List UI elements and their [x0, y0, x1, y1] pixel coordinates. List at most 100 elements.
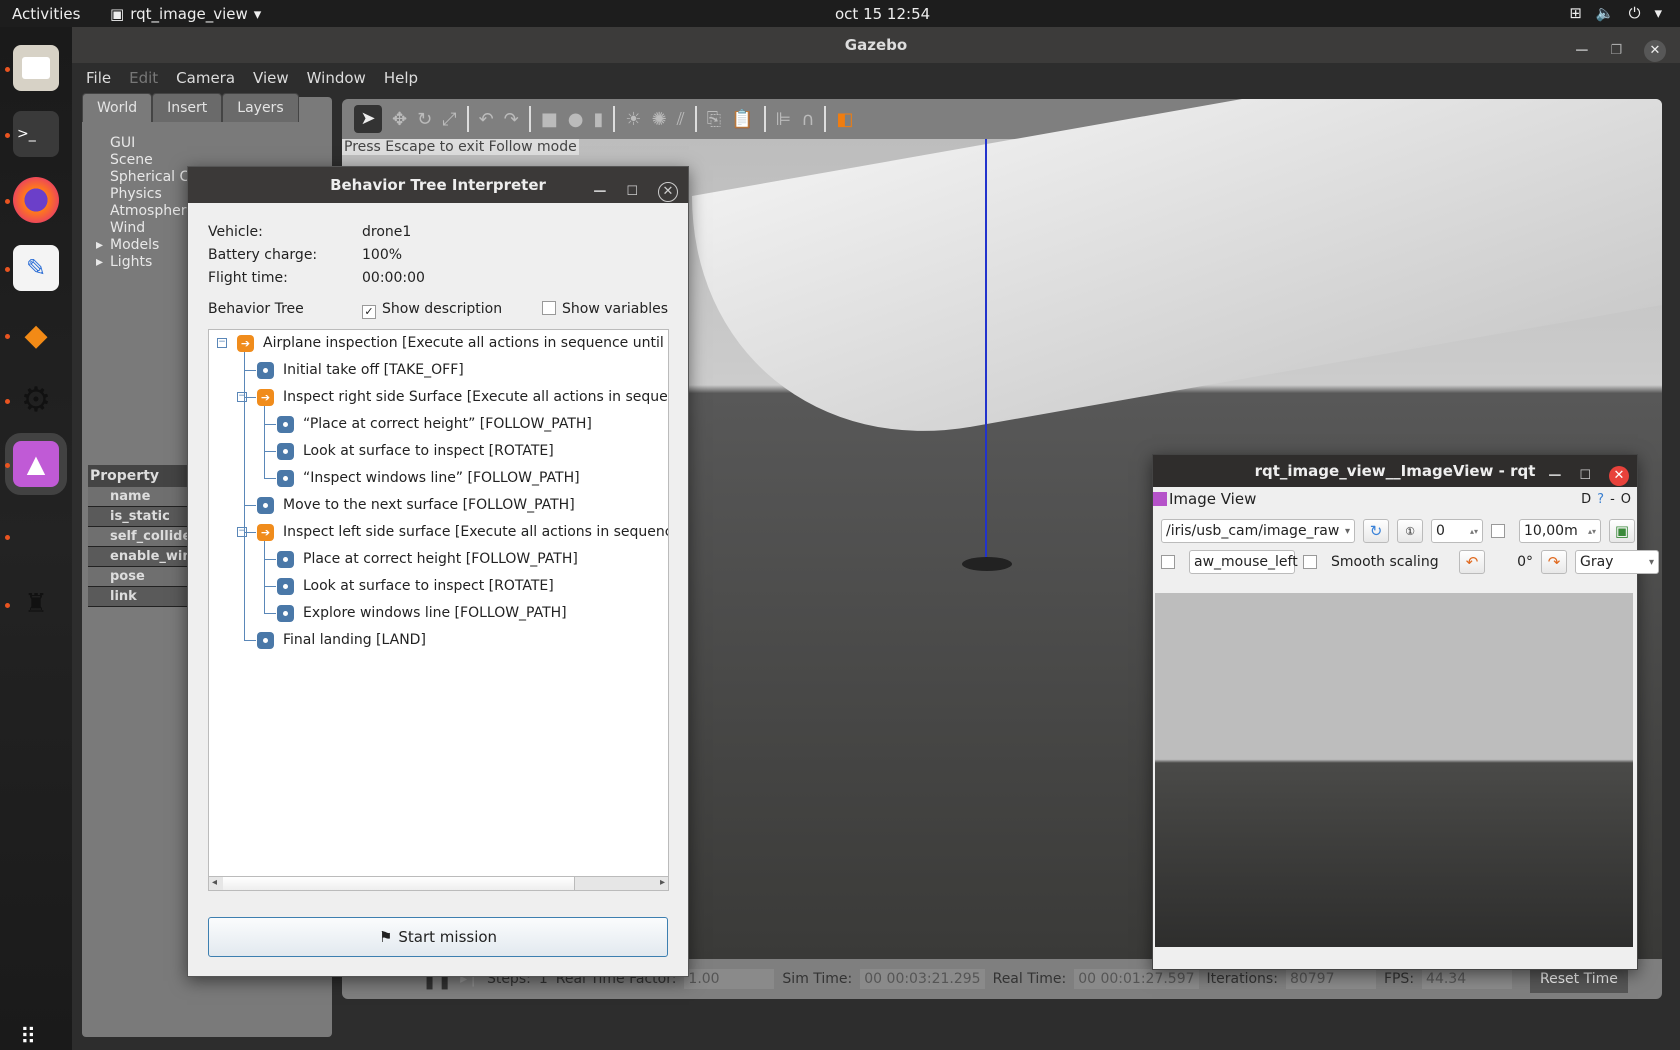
scroll-right-icon[interactable]: ▸: [660, 877, 665, 888]
menu-help[interactable]: Help: [384, 69, 418, 87]
mouse-topic-input[interactable]: aw_mouse_left: [1189, 550, 1298, 574]
tree-node-action[interactable]: Move to the next surface [FOLLOW_PATH]: [257, 492, 575, 518]
tree-node-action[interactable]: Place at correct height [FOLLOW_PATH]: [277, 546, 578, 572]
tree-node-action[interactable]: Explore windows line [FOLLOW_PATH]: [277, 600, 567, 626]
snap-icon[interactable]: ∩: [801, 109, 814, 130]
paste-icon[interactable]: 📋: [731, 109, 753, 130]
scale-mode-icon[interactable]: ⤢: [442, 109, 456, 130]
mouse-topic-value: aw_mouse_left: [1194, 554, 1298, 570]
tab-world[interactable]: World: [82, 93, 153, 122]
dynamic-range-checkbox[interactable]: [1491, 524, 1505, 538]
cylinder-shape-icon[interactable]: ▮: [594, 109, 604, 130]
files-icon[interactable]: [13, 45, 59, 91]
refresh-topics-button[interactable]: ↻: [1363, 519, 1389, 543]
clock[interactable]: oct 15 12:54: [835, 5, 930, 23]
menu-edit[interactable]: Edit: [129, 69, 158, 87]
menu-camera[interactable]: Camera: [176, 69, 235, 87]
zoom-1-button[interactable]: ①: [1397, 519, 1423, 543]
max-distance-input[interactable]: 10,00m ▴▾: [1519, 519, 1601, 543]
tree-connector: [264, 424, 276, 425]
image-viewer-icon[interactable]: ▲: [5, 433, 67, 495]
app-menu[interactable]: ▣ rqt_image_view ▾: [110, 5, 261, 23]
settings-gears-icon[interactable]: ⚙: [13, 377, 59, 423]
menu-view[interactable]: View: [253, 69, 289, 87]
ros-icon[interactable]: ♜: [13, 581, 59, 627]
tree-node-action[interactable]: “Inspect windows line” [FOLLOW_PATH]: [277, 465, 580, 491]
rotation-value: 0°: [1517, 554, 1533, 570]
directional-light-icon[interactable]: ⫽: [677, 109, 685, 130]
menu-file[interactable]: File: [86, 69, 111, 87]
restore-icon[interactable]: ❐: [1610, 33, 1622, 69]
rotate-mode-icon[interactable]: ↻: [417, 109, 432, 130]
system-tray[interactable]: ⊞ 🔈 ⏻ ▾: [1569, 4, 1662, 22]
collapse-toggle-icon[interactable]: −: [217, 338, 227, 348]
tab-insert[interactable]: Insert: [152, 93, 223, 122]
tree-node-label: Final landing [LAND]: [283, 632, 426, 648]
gazebo-icon[interactable]: ◆: [13, 312, 59, 358]
mouse-publish-checkbox[interactable]: [1161, 555, 1175, 569]
redo-icon[interactable]: ↷: [504, 109, 519, 130]
toolbar-separator: [824, 106, 827, 132]
save-image-button[interactable]: ▣: [1609, 519, 1635, 543]
tree-node-action[interactable]: Look at surface to inspect [ROTATE]: [277, 438, 554, 464]
rotate-left-button[interactable]: ↶: [1459, 550, 1485, 574]
tree-node-sequence[interactable]: ➔ Inspect left side surface [Execute all …: [257, 519, 668, 545]
text-editor-icon[interactable]: ✎: [13, 245, 59, 291]
spin-box[interactable]: 0 ▴▾: [1431, 519, 1483, 543]
align-icon[interactable]: ⊫: [776, 109, 792, 130]
drone-model[interactable]: [962, 557, 1012, 571]
terminal-icon[interactable]: >_: [13, 111, 59, 157]
scroll-left-icon[interactable]: ◂: [212, 877, 217, 888]
camera-image[interactable]: [1155, 593, 1633, 947]
rotate-right-button[interactable]: ↷: [1541, 550, 1567, 574]
firefox-icon[interactable]: [13, 177, 59, 223]
tree-node-sequence[interactable]: ➔ Airplane inspection [Execute all action…: [237, 330, 668, 356]
undo-icon[interactable]: ↶: [479, 109, 494, 130]
spin-arrows-icon[interactable]: ▴▾: [1470, 527, 1478, 536]
sphere-shape-icon[interactable]: ●: [568, 109, 584, 130]
view-angle-icon[interactable]: ◧: [836, 109, 853, 130]
translate-mode-icon[interactable]: ✥: [392, 109, 407, 130]
activities-button[interactable]: Activities: [12, 5, 80, 23]
minimize-icon[interactable]: —: [593, 174, 606, 210]
toolbar-separator: [466, 106, 469, 132]
maximize-icon[interactable]: ☐: [626, 174, 638, 210]
point-light-icon[interactable]: ☀: [625, 109, 641, 130]
horizontal-scrollbar[interactable]: ◂ ▸: [209, 876, 668, 890]
tab-layers[interactable]: Layers: [222, 93, 299, 122]
spot-light-icon[interactable]: ✺: [652, 109, 667, 130]
start-mission-button[interactable]: ⚑ Start mission: [208, 917, 668, 957]
tree-item-gui[interactable]: GUI: [110, 135, 264, 152]
show-apps-icon[interactable]: ⠿: [20, 1025, 36, 1050]
close-icon[interactable]: ✕: [1644, 40, 1666, 62]
close-plugin-icon[interactable]: O: [1621, 492, 1631, 507]
action-dot-icon: [277, 550, 294, 568]
minimize-icon[interactable]: —: [1575, 33, 1588, 69]
behavior-tree-view[interactable]: ◂ ▸ ➔ Airplane inspection [Execute all ac…: [208, 329, 669, 891]
close-icon[interactable]: ✕: [1609, 466, 1629, 486]
topic-select[interactable]: /iris/usb_cam/image_raw ▾: [1161, 519, 1355, 543]
show-description-checkbox[interactable]: ✓ Show description: [362, 301, 542, 319]
close-icon[interactable]: ✕: [658, 182, 678, 202]
scrollbar-thumb[interactable]: [223, 877, 575, 890]
select-mode-icon[interactable]: ➤: [354, 105, 382, 133]
action-dot-icon: [277, 469, 294, 487]
checkbox-unchecked[interactable]: [542, 301, 556, 315]
dock-icon[interactable]: D: [1581, 492, 1591, 507]
tree-node-action[interactable]: Look at surface to inspect [ROTATE]: [277, 573, 554, 599]
copy-icon[interactable]: ⎘: [707, 109, 721, 130]
show-variables-checkbox[interactable]: Show variables: [542, 301, 668, 319]
checkbox-checked[interactable]: ✓: [362, 305, 376, 319]
minimize-plugin-icon[interactable]: -: [1610, 492, 1615, 507]
tree-node-action[interactable]: Final landing [LAND]: [257, 627, 426, 653]
tree-node-sequence[interactable]: ➔ Inspect right side Surface [Execute all…: [257, 384, 668, 410]
help-icon[interactable]: ?: [1597, 492, 1604, 507]
color-scheme-select[interactable]: Gray ▾: [1575, 550, 1659, 574]
tree-connector: [244, 640, 256, 641]
menu-window[interactable]: Window: [307, 69, 366, 87]
tree-node-action[interactable]: Initial take off [TAKE_OFF]: [257, 357, 464, 383]
smooth-scaling-checkbox[interactable]: [1303, 555, 1317, 569]
spin-arrows-icon[interactable]: ▴▾: [1588, 527, 1596, 536]
tree-node-action[interactable]: “Place at correct height” [FOLLOW_PATH]: [277, 411, 592, 437]
box-shape-icon[interactable]: ■: [541, 109, 558, 130]
